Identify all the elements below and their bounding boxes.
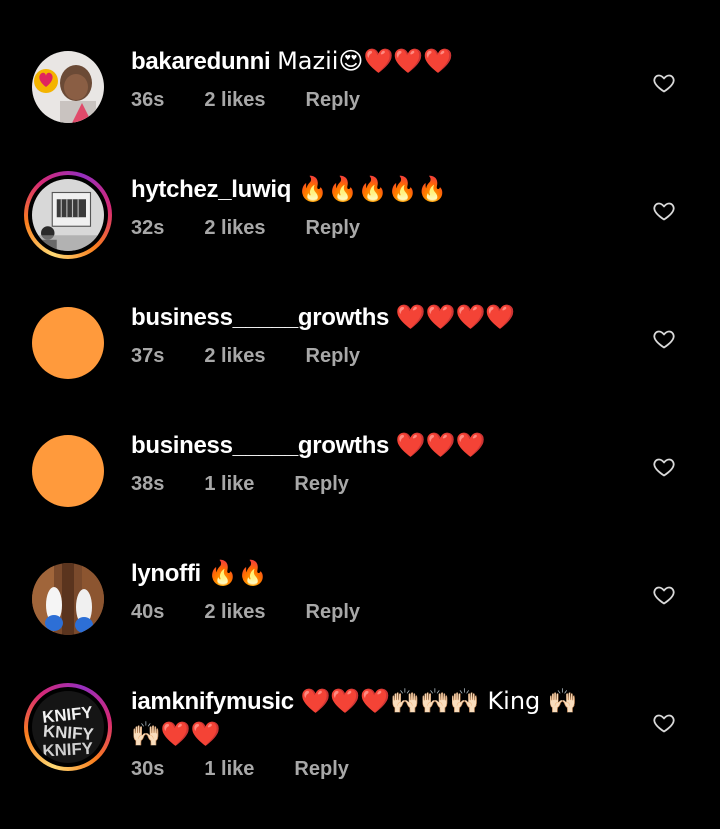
comment-line: hytchez_luwiq 🔥🔥🔥🔥🔥	[131, 173, 600, 206]
username[interactable]: bakaredunni	[131, 48, 271, 75]
comment-text: Mazii😍❤️❤️❤️	[277, 47, 454, 75]
reply-button[interactable]: Reply	[294, 473, 348, 496]
username[interactable]: lynoffi	[131, 560, 201, 587]
heart-outline-icon[interactable]	[652, 583, 676, 607]
comment-text: ❤️❤️❤️❤️	[395, 303, 516, 331]
heart-outline-icon[interactable]	[652, 71, 676, 95]
timestamp: 30s	[131, 758, 165, 780]
likes-count[interactable]: 2 likes	[204, 217, 265, 240]
timestamp: 36s	[131, 89, 165, 111]
comment-meta: 32s 2 likes Reply	[131, 217, 400, 240]
avatar-logo-text: KNIFY	[42, 739, 94, 761]
comment-text: ❤️❤️❤️	[395, 431, 486, 459]
likes-count[interactable]: 1 like	[204, 473, 254, 496]
comment-line: business_____growths ❤️❤️❤️	[131, 429, 600, 462]
reply-button[interactable]: Reply	[306, 601, 360, 624]
comment-meta: 37s 2 likes Reply	[131, 345, 400, 368]
avatar[interactable]	[32, 563, 104, 635]
knify-logo-avatar: KNIFY KNIFY KNIFY	[32, 691, 104, 763]
username[interactable]: business_____growths	[131, 432, 389, 459]
username[interactable]: hytchez_luwiq	[131, 176, 291, 203]
comment-line: iamknifymusic ❤️❤️❤️🙌🏻🙌🏻🙌🏻 King 🙌🏻🙌🏻❤️❤️	[131, 685, 600, 751]
heart-outline-icon[interactable]	[652, 199, 676, 223]
reply-button[interactable]: Reply	[306, 345, 360, 368]
timestamp: 37s	[131, 345, 165, 367]
likes-count[interactable]: 1 like	[204, 758, 254, 781]
comment-meta: 30s 1 like Reply	[131, 758, 389, 781]
avatar-photo	[32, 179, 104, 251]
comment-meta: 36s 2 likes Reply	[131, 89, 400, 112]
avatar[interactable]	[32, 307, 104, 379]
comment-text: 🔥🔥	[207, 559, 268, 587]
avatar-photo	[32, 563, 104, 635]
timestamp: 32s	[131, 217, 165, 239]
likes-count[interactable]: 2 likes	[204, 601, 265, 624]
likes-count[interactable]: 2 likes	[204, 345, 265, 368]
timestamp: 40s	[131, 601, 165, 623]
avatar[interactable]	[24, 171, 112, 259]
heart-outline-icon[interactable]	[652, 455, 676, 479]
reply-button[interactable]: Reply	[294, 758, 348, 781]
reply-button[interactable]: Reply	[306, 89, 360, 112]
timestamp: 38s	[131, 473, 165, 495]
comment-text: 🔥🔥🔥🔥🔥	[297, 175, 448, 203]
avatar[interactable]	[32, 435, 104, 507]
username[interactable]: iamknifymusic	[131, 688, 294, 715]
avatar[interactable]: KNIFY KNIFY KNIFY	[24, 683, 112, 771]
heart-outline-icon[interactable]	[652, 711, 676, 735]
username[interactable]: business_____growths	[131, 304, 389, 331]
likes-count[interactable]: 2 likes	[204, 89, 265, 112]
avatar[interactable]	[32, 51, 104, 123]
reply-button[interactable]: Reply	[306, 217, 360, 240]
heart-outline-icon[interactable]	[652, 327, 676, 351]
comment-meta: 38s 1 like Reply	[131, 473, 389, 496]
avatar-photo	[32, 51, 104, 123]
comments-list: bakaredunni Mazii😍❤️❤️❤️ 36s 2 likes Rep…	[0, 0, 720, 829]
comment-line: business_____growths ❤️❤️❤️❤️	[131, 301, 600, 334]
comment-meta: 40s 2 likes Reply	[131, 601, 400, 624]
comment-line: bakaredunni Mazii😍❤️❤️❤️	[131, 45, 600, 78]
comment-line: lynoffi 🔥🔥	[131, 557, 600, 590]
